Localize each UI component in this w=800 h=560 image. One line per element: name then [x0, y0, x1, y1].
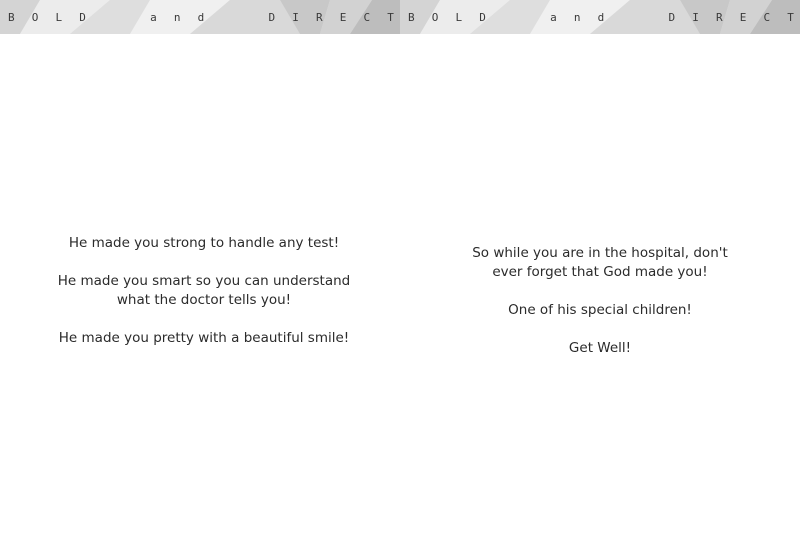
banner-letter: R: [716, 10, 723, 24]
banner-letter: n: [573, 10, 581, 24]
header-banner: B O L D a n d D I R E C T: [0, 0, 400, 34]
verse-paragraph: He made you strong to handle any test!: [68, 235, 340, 251]
right-verse: So while you are in the hospital, don't …: [400, 244, 800, 358]
banner-letter: I: [692, 10, 699, 24]
banner-letter: B: [408, 10, 415, 24]
banner-letter: O: [431, 10, 439, 24]
banner-letter: a: [150, 10, 157, 24]
banner-letter: T: [787, 10, 794, 24]
banner-letter: d: [197, 10, 205, 24]
banner-letter: T: [387, 10, 394, 24]
banner-letter: d: [597, 10, 605, 24]
banner-letter: L: [55, 10, 63, 24]
header-banner: B O L D a n d D I R E C T: [400, 0, 800, 34]
banner-letter: E: [739, 10, 747, 24]
banner-letter: O: [31, 10, 39, 24]
banner-letter: B: [8, 10, 15, 24]
card-spread: B O L D a n d D I R E C T He made you st…: [0, 0, 800, 560]
banner-letter: C: [363, 10, 371, 24]
verse-paragraph: So while you are in the hospital, don't …: [472, 245, 728, 280]
banner-letter: C: [763, 10, 771, 24]
banner-letter: D: [79, 10, 86, 24]
banner-letter: a: [550, 10, 557, 24]
verse-paragraph: He made you smart so you can understand …: [57, 273, 351, 308]
right-page: B O L D a n d D I R E C T So while you a…: [400, 0, 800, 560]
banner-text: B O L D a n d D I R E C T: [0, 0, 400, 34]
banner-letter: D: [668, 10, 676, 24]
verse-paragraph: He made you pretty with a beautiful smil…: [58, 330, 350, 346]
banner-letter: D: [479, 10, 486, 24]
banner-letter: E: [339, 10, 347, 24]
verse-paragraph: Get Well!: [568, 340, 632, 356]
banner-letter: D: [268, 10, 276, 24]
banner-letter: I: [292, 10, 299, 24]
banner-letter: R: [316, 10, 323, 24]
verse-paragraph: One of his special children!: [508, 302, 692, 318]
banner-letter: L: [455, 10, 463, 24]
left-verse: He made you strong to handle any test! H…: [4, 234, 400, 348]
left-page: B O L D a n d D I R E C T He made you st…: [0, 0, 400, 560]
banner-letter: n: [173, 10, 181, 24]
banner-text: B O L D a n d D I R E C T: [400, 0, 800, 34]
